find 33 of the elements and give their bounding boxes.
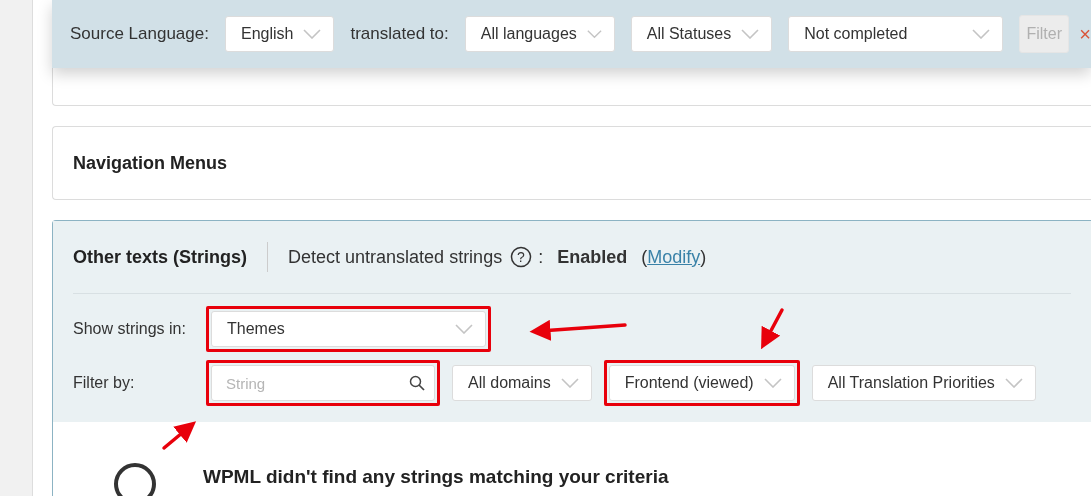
dropdown[interactable]: All Statuses (630, 16, 773, 52)
chevron-icon (972, 29, 991, 39)
dropdown[interactable]: All Translation Priorities (811, 365, 1036, 401)
search-icon (409, 375, 425, 391)
arrow-drawing (162, 421, 197, 450)
field-label: Source Language: (70, 24, 209, 44)
field-label: Filter by: (73, 374, 136, 392)
chevron-icon (586, 29, 602, 39)
dropdown[interactable]: All domains (452, 365, 592, 401)
dropdown[interactable]: Not completed (788, 16, 1004, 52)
chevron-icon (455, 324, 473, 334)
modify-note: (Modify) (641, 246, 707, 268)
chevron-icon (303, 29, 322, 39)
dropdown[interactable]: English (224, 16, 335, 52)
dropdown[interactable]: All languages (464, 16, 615, 52)
dropdown[interactable]: Frontend (viewed) (608, 365, 795, 401)
search-field[interactable]: String (211, 365, 435, 401)
section-title: Other texts (Strings) (73, 242, 269, 272)
modify-link[interactable]: Modify (647, 246, 701, 267)
chevron-icon (741, 29, 760, 39)
arrow-drawing (761, 308, 784, 350)
field-label: Show strings in: (73, 320, 187, 338)
setting-label: Detect untranslated strings (288, 246, 503, 268)
dropdown[interactable]: Themes (211, 311, 486, 347)
status-text: Enabled (557, 246, 628, 268)
separator-text: : (538, 246, 544, 268)
field-label: translated to: (350, 24, 449, 44)
help-icon[interactable]: ? (510, 246, 533, 268)
chevron-icon (1004, 378, 1023, 388)
chevron-icon (560, 378, 579, 388)
chevron-icon (763, 378, 782, 388)
empty-message: WPML didn't find any strings matching your criteria (203, 466, 669, 488)
section-title: Navigation Menus (73, 152, 228, 174)
